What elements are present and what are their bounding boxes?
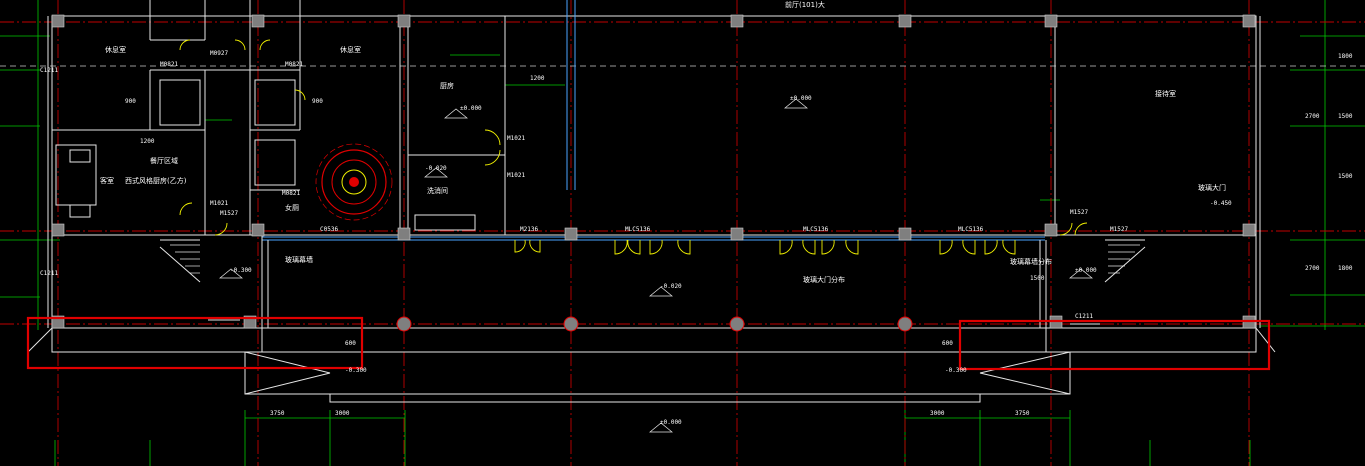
room-label: 女厕 [285, 203, 299, 212]
round-table-icon [315, 143, 393, 221]
room-label: 玻璃大门分布 [803, 275, 845, 284]
elevation-value: ±0.000 [1075, 267, 1097, 274]
door-tag: M1021 [507, 135, 525, 142]
dimension-value: 600 [345, 340, 356, 347]
window-tag: C1211 [40, 270, 58, 277]
opening-tags: M0927 M0821 M0821 M0821 M1527 M1527 M102… [40, 50, 1128, 320]
elevation-value: -0.300 [945, 367, 967, 374]
dimension-value: 1500 [1030, 275, 1045, 282]
door-tag: M0821 [160, 61, 178, 68]
room-label: 餐厅区域 [150, 156, 178, 165]
room-label: 厨房 [440, 81, 454, 90]
elevation-markers [219, 98, 1093, 433]
dimension-value: 1800 [1338, 53, 1353, 60]
room-label: 休息室 [340, 45, 361, 54]
door-tag: M1527 [220, 210, 238, 217]
door-tag: M1021 [507, 172, 525, 179]
room-label: 客室 [100, 176, 114, 185]
elevation-value: ±0.000 [460, 105, 482, 112]
cad-floor-plan: 休息室 休息室 厨房 前厅(101)大 接待室 客室 女厕 洗消间 餐厅区域 西… [0, 0, 1365, 466]
dimension-value: 3000 [930, 410, 945, 417]
door-tag: MLC5136 [803, 226, 829, 233]
dimension-value: 3750 [1015, 410, 1030, 417]
window-tag: C0536 [320, 226, 338, 233]
dimension-value: 900 [125, 98, 136, 105]
door-tag: M0821 [285, 61, 303, 68]
elevation-value: -0.020 [425, 165, 447, 172]
room-label: 玻璃大门 [1198, 183, 1226, 192]
columns [51, 14, 1256, 332]
window-tag: C1211 [1075, 313, 1093, 320]
dimension-value: 1200 [140, 138, 155, 145]
room-label: 前厅(101)大 [785, 0, 825, 9]
dimension-value: 1500 [1338, 113, 1353, 120]
door-tag: MLC5136 [625, 226, 651, 233]
door-tag: M1527 [1070, 209, 1088, 216]
elevation-value: -0.450 [1210, 200, 1232, 207]
room-labels: 休息室 休息室 厨房 前厅(101)大 接待室 客室 女厕 洗消间 餐厅区域 西… [100, 0, 1226, 284]
elevation-value: -0.300 [345, 367, 367, 374]
room-label: 休息室 [105, 45, 126, 54]
dimension-value: 3000 [335, 410, 350, 417]
room-label: 西式风格厨房(乙方) [125, 176, 187, 185]
door-tag: MLC5136 [958, 226, 984, 233]
room-label: 洗消间 [427, 186, 448, 195]
elevation-value: ±0.000 [790, 95, 812, 102]
dimension-value: 1500 [1338, 173, 1353, 180]
room-label: 玻璃幕墙分布 [1010, 257, 1052, 266]
door-tag: M0821 [282, 190, 300, 197]
room-label: 接待室 [1155, 89, 1176, 98]
elevation-value: -0.300 [230, 267, 252, 274]
dimension-value: 2700 [1305, 113, 1320, 120]
dimension-value: 2700 [1305, 265, 1320, 272]
dimension-value: 1200 [530, 75, 545, 82]
doors [179, 39, 1088, 255]
room-label: 玻璃幕墙 [285, 255, 313, 264]
elevation-values: -0.300 ±0.000 ±0.000 -0.020 -0.020 ±0.00… [230, 95, 1232, 426]
elevation-value: ±0.000 [660, 419, 682, 426]
dimension-value: 3750 [270, 410, 285, 417]
door-tag: M1527 [1110, 226, 1128, 233]
dimension-value: 600 [942, 340, 953, 347]
dimension-value: 1800 [1338, 265, 1353, 272]
door-tag: M0927 [210, 50, 228, 57]
window-tag: C1211 [40, 67, 58, 74]
dimension-value: 900 [312, 98, 323, 105]
elevation-value: -0.020 [660, 283, 682, 290]
door-tag: M1021 [210, 200, 228, 207]
door-tag: M2136 [520, 226, 538, 233]
left-canopy-highlight [26, 316, 364, 370]
